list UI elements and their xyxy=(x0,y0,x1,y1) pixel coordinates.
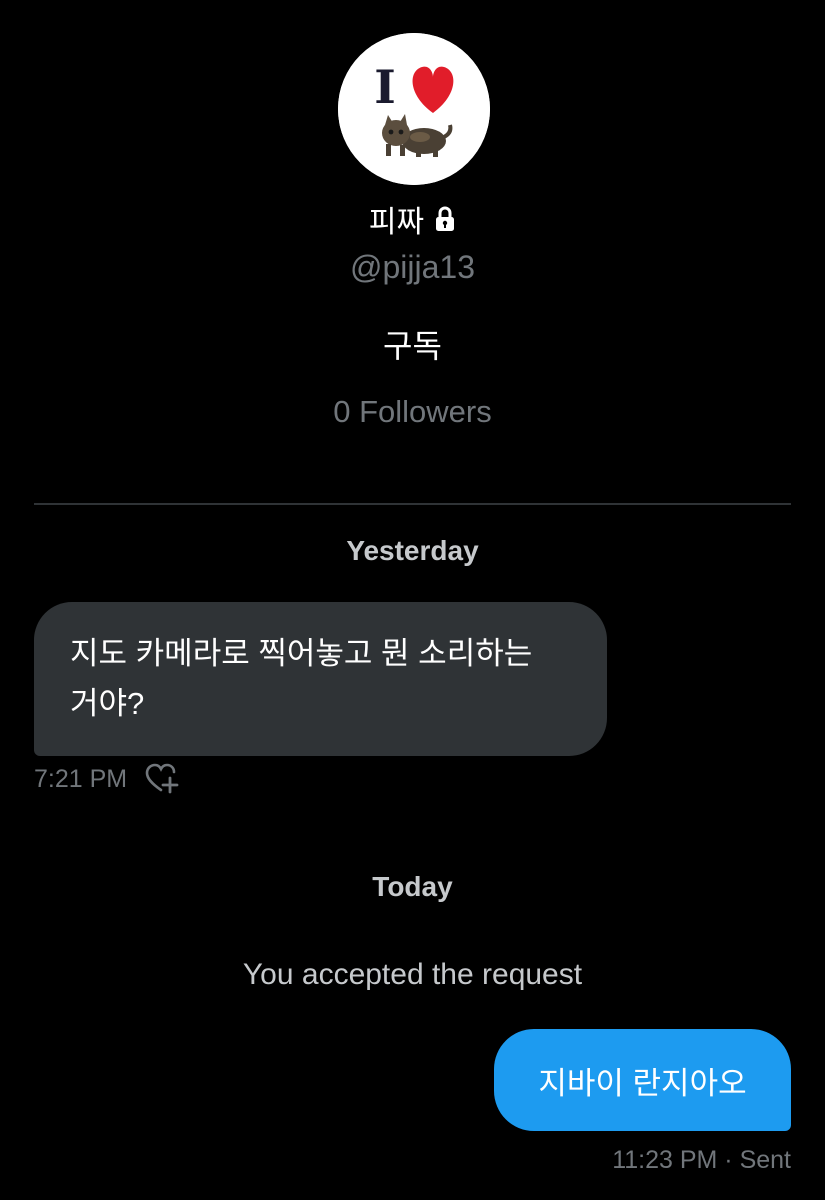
followers-count[interactable]: 0 Followers xyxy=(0,394,825,430)
request-accepted-notice: You accepted the request xyxy=(242,958,583,991)
incoming-message-time: 7:21 PM xyxy=(34,764,128,793)
profile-bio: 구독 xyxy=(383,328,442,364)
profile-handle[interactable]: @pijja13 xyxy=(0,249,825,286)
heart-plus-icon[interactable] xyxy=(145,763,179,795)
date-separator-today: Today xyxy=(372,871,453,902)
outgoing-message-meta: 11:23 PM · Sent xyxy=(612,1146,791,1174)
outgoing-message-text: 지바이 란지아오 xyxy=(538,1065,747,1101)
avatar-image: I xyxy=(338,33,490,185)
date-separator-yesterday: Yesterday xyxy=(346,535,479,566)
profile-name-row: 피짜 xyxy=(0,197,825,241)
incoming-message-meta: 7:21 PM xyxy=(34,763,179,795)
divider xyxy=(34,503,791,505)
incoming-message-line-2: 거야? xyxy=(70,686,145,721)
avatar-letter: I xyxy=(374,60,396,114)
incoming-message-line-1: 지도 카메라로 찍어놓고 뭔 소리하는 xyxy=(70,636,533,671)
outgoing-message-bubble[interactable]: 지바이 란지아오 xyxy=(494,1029,791,1131)
lock-icon xyxy=(434,206,456,232)
profile-display-name[interactable]: 피짜 xyxy=(369,197,424,241)
incoming-message-bubble[interactable]: 지도 카메라로 찍어놓고 뭔 소리하는 거야? xyxy=(34,602,607,756)
profile-avatar[interactable]: I xyxy=(338,33,490,185)
